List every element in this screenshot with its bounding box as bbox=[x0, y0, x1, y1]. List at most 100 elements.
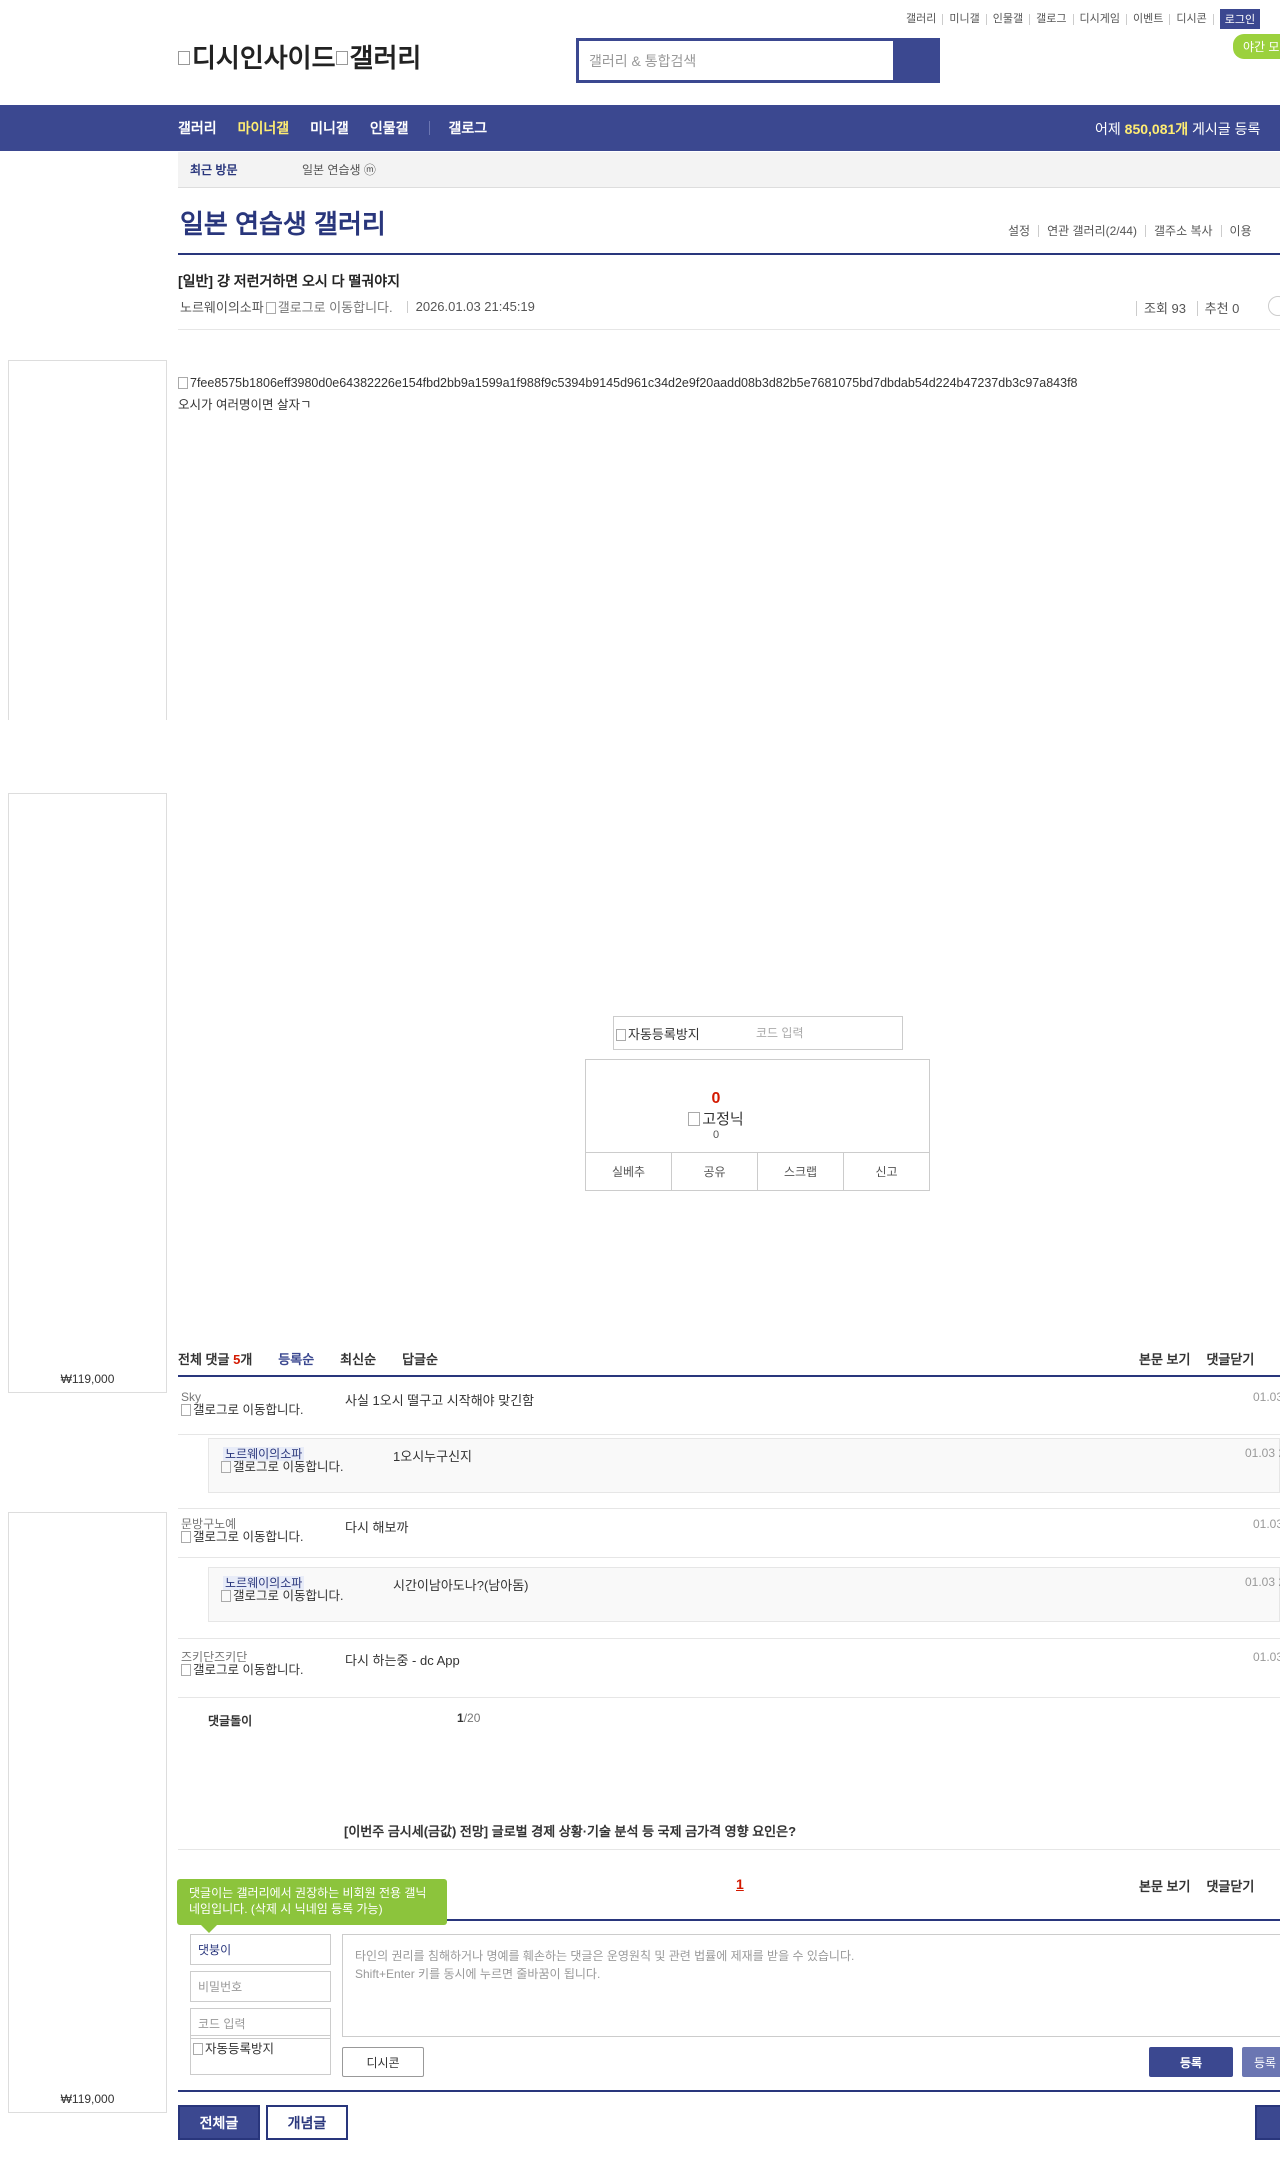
logo-alt-gallery: 갤러리 bbox=[349, 43, 422, 73]
recommend-up[interactable]: 0 고정닉 0 bbox=[676, 1090, 756, 1141]
login-button[interactable]: 로그인 bbox=[1219, 9, 1261, 29]
topnav-link-gallery[interactable]: 갤러리 bbox=[900, 13, 944, 25]
recommend-box: 0 고정닉 0 실베추 공유 스크랩 신고 bbox=[585, 1059, 930, 1191]
comment-textarea[interactable]: 타인의 권리를 침해하거나 명예를 훼손하는 댓글은 운영원칙 및 관련 법률에… bbox=[342, 1934, 1280, 2037]
broken-image-icon bbox=[193, 2043, 203, 2055]
copy-gallery-url[interactable]: 갤주소 복사 bbox=[1144, 225, 1221, 237]
writer-nick[interactable]: 노르웨이의소파 bbox=[180, 297, 264, 316]
report-button[interactable]: 신고 bbox=[844, 1153, 929, 1190]
gallery-settings[interactable]: 설정 bbox=[1000, 225, 1038, 237]
best-recommend-button[interactable]: 실베추 bbox=[586, 1153, 672, 1190]
comment-total: 전체 댓글 5개 bbox=[178, 1349, 252, 1368]
view-post-button[interactable]: 본문 보기 bbox=[1139, 1349, 1190, 1368]
reply-nick[interactable]: 노르웨이의소파 bbox=[223, 1576, 305, 1590]
topnav-link-dccon[interactable]: 디시콘 bbox=[1170, 13, 1214, 25]
gallog-link[interactable]: 갤로그로 이동합니다. bbox=[181, 1664, 311, 1677]
recent-visit-item[interactable]: 일본 연습생 ⓜ bbox=[302, 161, 376, 178]
submit-comment-button-2[interactable]: 등록 bbox=[1242, 2047, 1280, 2077]
comment-nick[interactable]: 즈키단즈키단 bbox=[181, 1650, 247, 1664]
gallery-usage[interactable]: 이용 bbox=[1220, 225, 1260, 237]
reply-row: 노르웨이의소파 갤로그로 이동합니다. 시간이남아도나?(남아돔) 01.03 … bbox=[208, 1567, 1280, 1622]
gallog-link[interactable]: 갤로그로 이동합니다. bbox=[181, 1404, 311, 1417]
post-recommend: 추천 0 bbox=[1196, 301, 1247, 316]
close-comments-button[interactable]: 댓글닫기 bbox=[1206, 1349, 1254, 1368]
post-image-alt: 7fee8575b1806eff3980d0e64382226e154fbd2b… bbox=[190, 376, 1078, 390]
search-box bbox=[576, 38, 940, 83]
share-button[interactable]: 공유 bbox=[672, 1153, 758, 1190]
recent-visit-label[interactable]: 최근 방문 bbox=[190, 161, 290, 178]
comment-page-1[interactable]: 1 bbox=[736, 1876, 744, 1892]
reply-nick[interactable]: 노르웨이의소파 bbox=[223, 1447, 305, 1461]
close-comments-button[interactable]: 댓글닫기 bbox=[1206, 1876, 1254, 1895]
write-post-button[interactable] bbox=[1255, 2105, 1280, 2140]
sort-by-registered[interactable]: 등록순 bbox=[278, 1349, 314, 1368]
comment-date: 01.03 bbox=[1253, 1517, 1280, 1531]
comment-text: 다시 해보까 bbox=[345, 1520, 409, 1535]
search-input[interactable] bbox=[579, 41, 893, 80]
gallog-link[interactable]: 갤로그로 이동합니다. bbox=[181, 1531, 311, 1544]
fixed-nick-count: 0 bbox=[712, 1129, 720, 1141]
nickname-field[interactable]: 댓붕이 bbox=[190, 1934, 331, 1965]
stats-count: 850,081개 bbox=[1124, 121, 1189, 137]
submit-comment-button[interactable]: 등록 bbox=[1149, 2047, 1233, 2077]
concept-posts-button[interactable]: 개념글 bbox=[266, 2105, 348, 2140]
recent-visit-bar: 최근 방문 일본 연습생 ⓜ bbox=[178, 152, 1280, 188]
site-logo[interactable]: 디시인사이드 갤러리 bbox=[178, 38, 421, 75]
comment-page-current[interactable]: 1 bbox=[457, 1711, 464, 1725]
topnav-link-game[interactable]: 디시게임 bbox=[1074, 13, 1127, 25]
all-posts-button[interactable]: 전체글 bbox=[178, 2105, 260, 2140]
comment-row: 문방구노예 갤로그로 이동합니다. 다시 해보까 01.03 bbox=[178, 1508, 1280, 1558]
nav-mini-gallery[interactable]: 미니갤 bbox=[310, 118, 349, 138]
broken-image-icon bbox=[616, 1028, 626, 1041]
notice-link[interactable]: [이번주 금시세(금값) 전망] 글로벌 경제 상황·기술 분석 등 국제 금가… bbox=[344, 1821, 796, 1840]
scrap-button[interactable]: 스크랩 bbox=[758, 1153, 844, 1190]
gallog-link[interactable]: 갤로그로 이동합니다. bbox=[265, 297, 393, 316]
comment-nick[interactable]: 문방구노예 bbox=[181, 1517, 236, 1531]
comment-bot-label[interactable]: 댓글돌이 bbox=[208, 1712, 252, 1729]
broken-image-icon bbox=[688, 1112, 701, 1126]
broken-image-icon bbox=[221, 1461, 231, 1473]
topnav-link-gallog[interactable]: 갤로그 bbox=[1030, 13, 1074, 25]
gallog-alt: 갤로그로 이동합니다. bbox=[193, 1403, 304, 1417]
topnav-link-person[interactable]: 인물갤 bbox=[987, 13, 1031, 25]
divider bbox=[178, 1375, 1280, 1377]
sort-by-latest[interactable]: 최신순 bbox=[340, 1349, 376, 1368]
divider bbox=[178, 2090, 1280, 2092]
side-ad[interactable]: ₩119,000 bbox=[8, 1512, 167, 2113]
recommend-captcha: 자동등록방지 bbox=[613, 1016, 903, 1050]
sort-by-replies[interactable]: 답글순 bbox=[402, 1349, 438, 1368]
divider bbox=[178, 1849, 1280, 1850]
gallery-tools: 설정 연관 갤러리(2/44) 갤주소 복사 이용 bbox=[1000, 225, 1260, 237]
password-field[interactable]: 비밀번호 bbox=[190, 1971, 331, 2002]
divider bbox=[178, 253, 1280, 255]
dccon-button[interactable]: 디시콘 bbox=[342, 2047, 424, 2077]
nav-gallery[interactable]: 갤러리 bbox=[178, 118, 217, 138]
nav-divider bbox=[429, 121, 431, 135]
related-galleries[interactable]: 연관 갤러리(2/44) bbox=[1038, 225, 1145, 237]
recommend-actions: 실베추 공유 스크랩 신고 bbox=[586, 1152, 929, 1190]
fixed-nick-image: 고정닉 bbox=[676, 1108, 756, 1129]
gallog-link[interactable]: 갤로그로 이동합니다. bbox=[221, 1461, 346, 1474]
comment-count-button[interactable] bbox=[1268, 296, 1280, 316]
comment-nick[interactable]: Sky bbox=[181, 1390, 201, 1404]
reply-text: 시간이남아도나?(남아돔) bbox=[393, 1578, 529, 1593]
gallery-title[interactable]: 일본 연습생 갤러리 bbox=[180, 204, 386, 241]
post-count-stats: 어제 850,081개 게시글 등록 bbox=[1095, 119, 1260, 139]
nav-person-gallery[interactable]: 인물갤 bbox=[370, 118, 409, 138]
topnav-link-event[interactable]: 이벤트 bbox=[1127, 13, 1171, 25]
search-button[interactable] bbox=[893, 41, 937, 80]
comment-text: 다시 하는중 - dc App bbox=[345, 1653, 460, 1668]
gallog-link[interactable]: 갤로그로 이동합니다. bbox=[221, 1590, 346, 1603]
view-post-button[interactable]: 본문 보기 bbox=[1139, 1876, 1190, 1895]
broken-image-icon bbox=[181, 1531, 191, 1543]
nav-gallog[interactable]: 갤로그 bbox=[448, 118, 487, 138]
comment-row: Sky 갤로그로 이동합니다. 사실 1오시 떨구고 시작해야 맞긴함 01.0… bbox=[178, 1390, 1280, 1435]
side-ad[interactable] bbox=[8, 360, 167, 720]
night-mode-toggle[interactable]: 야간 모드 bbox=[1233, 34, 1280, 59]
side-ad[interactable]: ₩119,000 bbox=[8, 793, 167, 1393]
comment-total-unit: 개 bbox=[240, 1352, 253, 1367]
broken-image-icon bbox=[181, 1404, 191, 1416]
topnav-link-mini[interactable]: 미니갤 bbox=[943, 13, 987, 25]
captcha-input[interactable] bbox=[756, 1026, 886, 1040]
nav-minor-gallery[interactable]: 마이너갤 bbox=[238, 118, 290, 138]
